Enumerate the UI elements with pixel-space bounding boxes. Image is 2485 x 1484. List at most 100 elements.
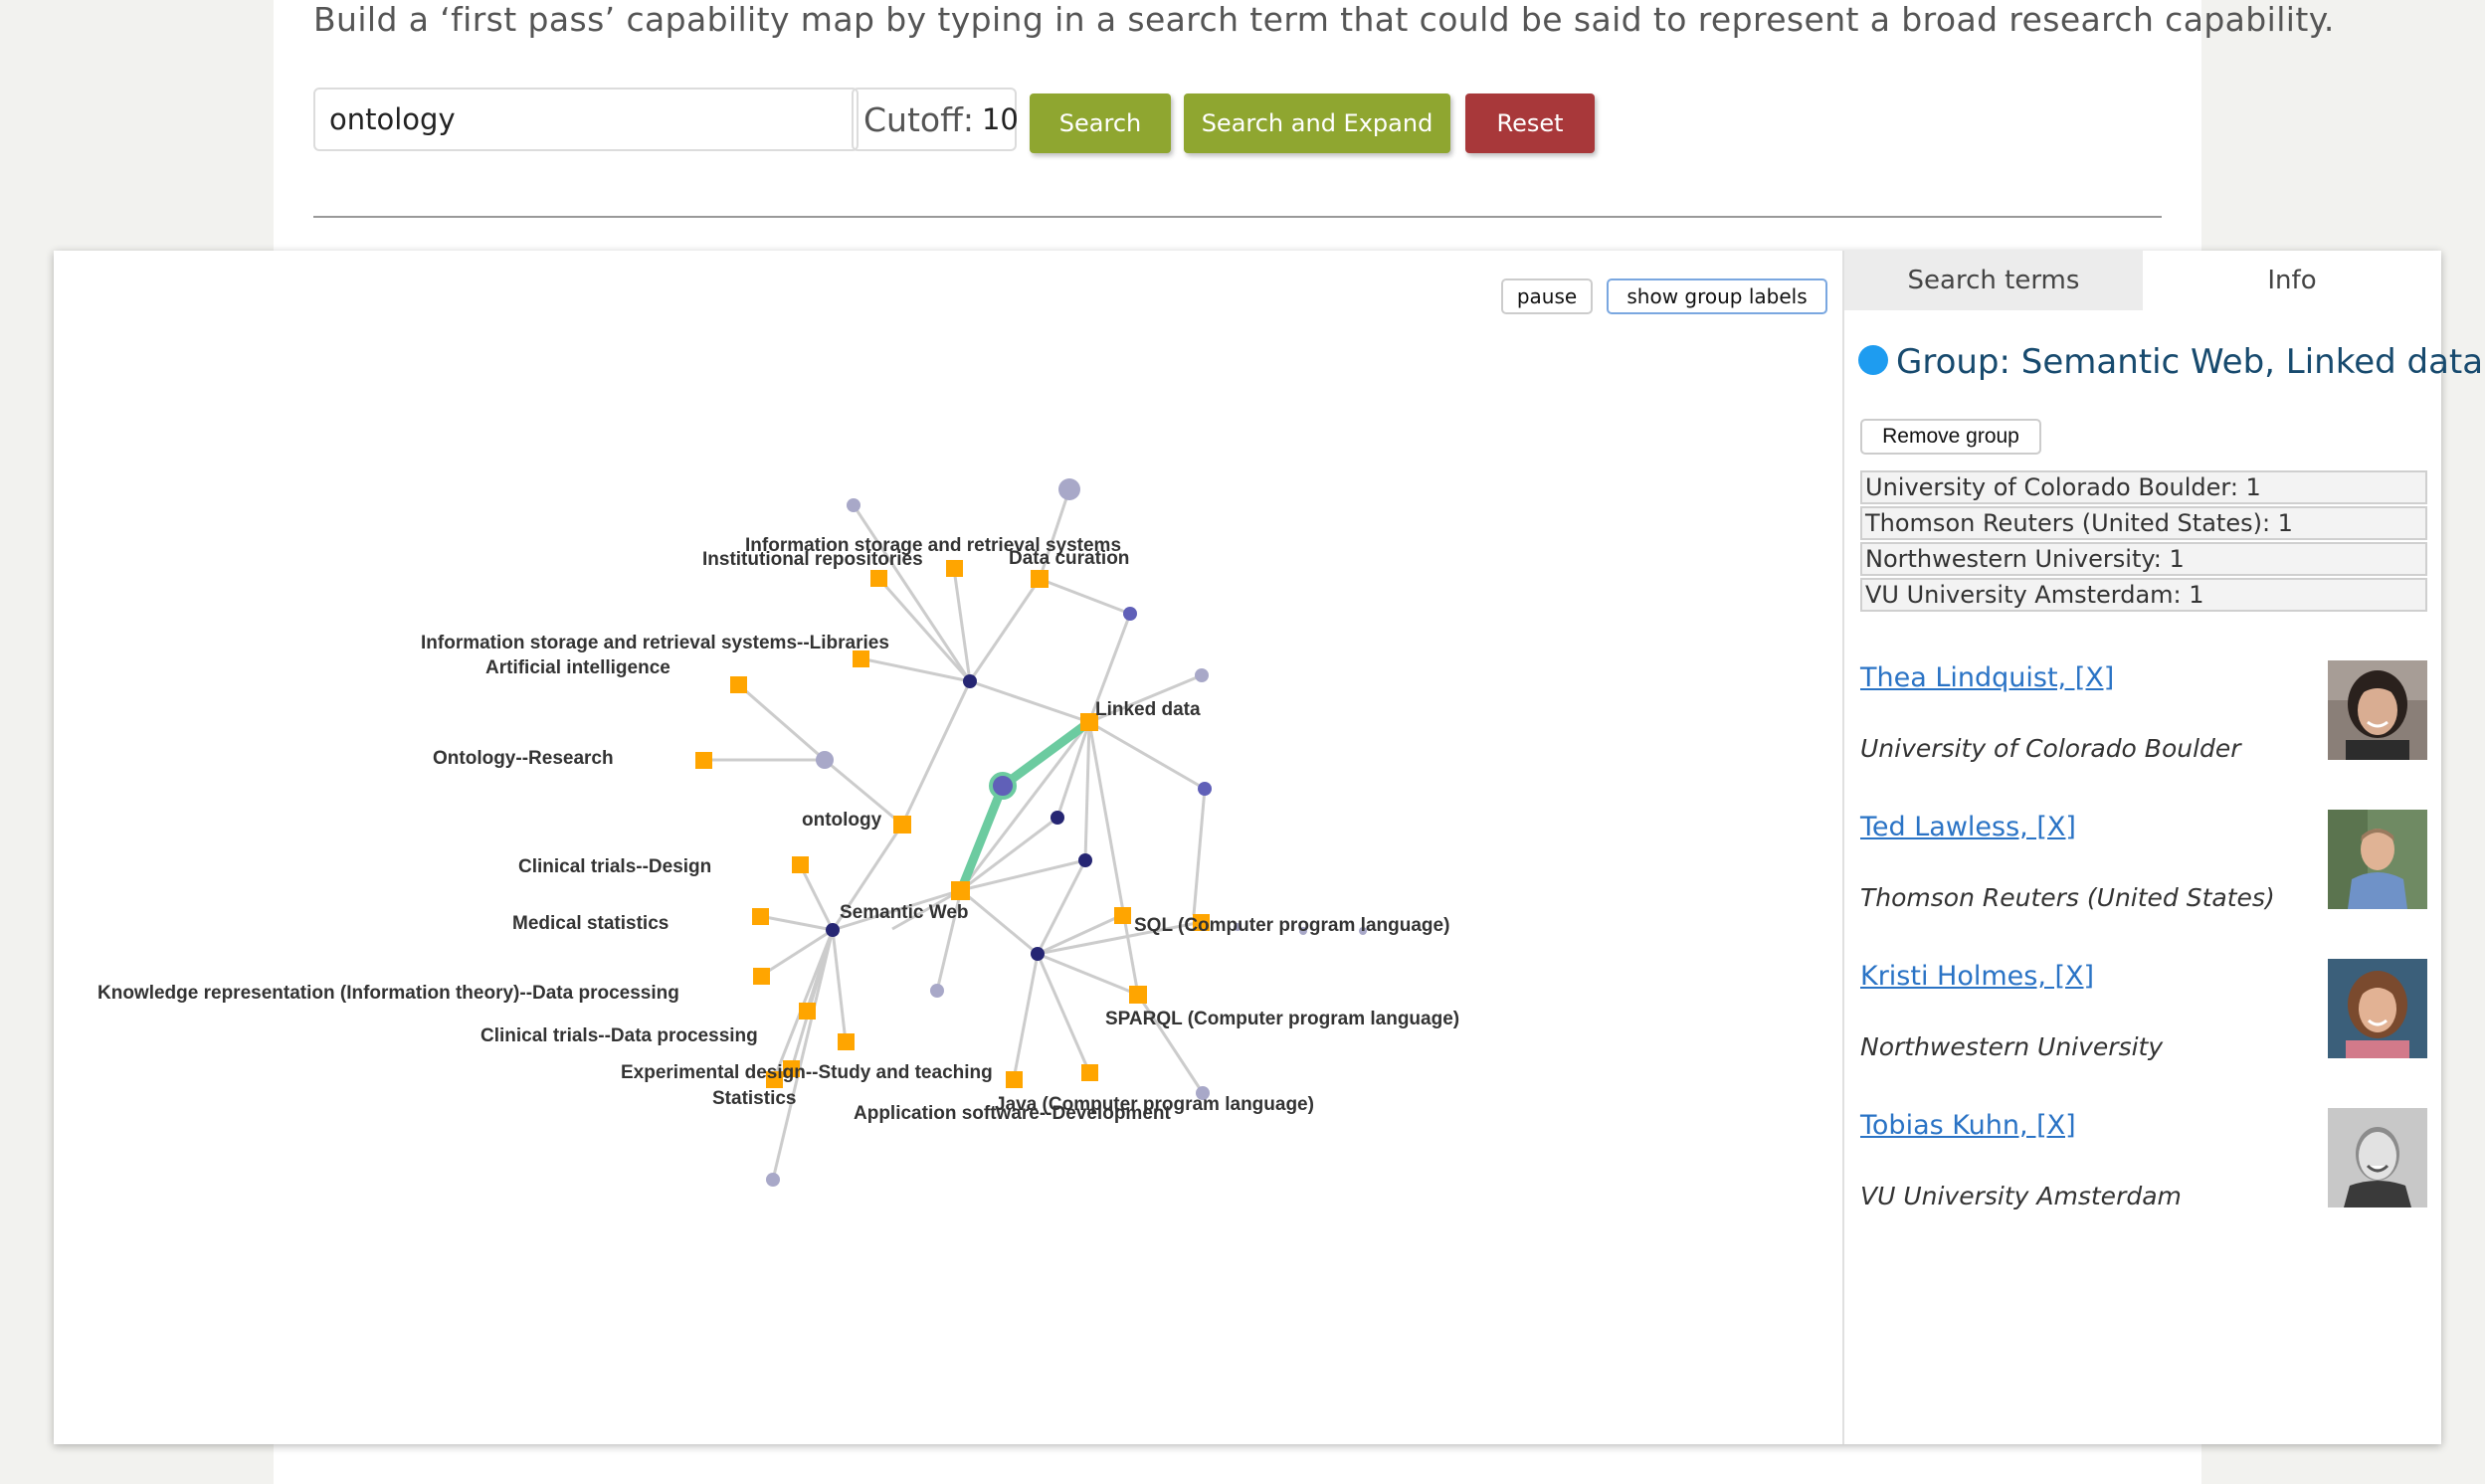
term-node [946, 560, 963, 577]
edge [1012, 953, 1040, 1080]
node-label: Linked data [1095, 699, 1201, 720]
edge [1192, 788, 1207, 916]
remove-group-button[interactable]: Remove group [1860, 419, 2041, 455]
person-name-link[interactable]: Ted Lawless, [X] [1860, 812, 2076, 842]
node-label: SQL (Computer program language) [1134, 915, 1449, 936]
person-node [847, 498, 860, 512]
node-label: Medical statistics [512, 913, 669, 934]
tab-info[interactable]: Info [2143, 251, 2441, 310]
person-node [1051, 811, 1064, 825]
term-node [753, 968, 770, 985]
term-node [752, 908, 769, 925]
person-organization: Thomson Reuters (United States) [1860, 883, 2275, 912]
person-organization: University of Colorado Boulder [1860, 734, 2241, 763]
edge [1037, 913, 1123, 956]
tab-search-terms[interactable]: Search terms [1844, 251, 2143, 310]
cutoff-field[interactable]: Cutoff: 10 [852, 88, 1019, 151]
edge [798, 863, 835, 931]
edge [1083, 721, 1091, 861]
pause-button[interactable]: pause [1501, 278, 1593, 314]
edge [969, 679, 1090, 724]
organization-count: Northwestern University: 1 [1860, 542, 2427, 576]
node-label: Clinical trials--Data processing [480, 1025, 758, 1046]
person-node-selected [989, 772, 1017, 800]
person-node [1123, 607, 1137, 621]
group-title: Group: Semantic Web, Linked data [1896, 342, 2484, 382]
reset-button[interactable]: Reset [1465, 93, 1595, 153]
node-label: Knowledge representation (Information th… [97, 983, 679, 1004]
node-label: Artificial intelligence [485, 657, 670, 678]
node-label: Clinical trials--Design [518, 856, 711, 877]
term-node [1006, 1071, 1023, 1088]
person-node [963, 674, 977, 688]
edge [771, 929, 835, 1181]
group-header: Group: Semantic Web, Linked data [1858, 342, 2483, 382]
person-node [1058, 478, 1080, 500]
visualization-container: Information storage and retrieval system… [54, 251, 2483, 1444]
person-entry: Kristi Holmes, [X] Northwestern Universi… [1860, 959, 2427, 1110]
node-label: Application software--Development [854, 1103, 1171, 1124]
person-entry: Tobias Kuhn, [X] VU University Amsterdam [1860, 1108, 2427, 1259]
search-and-expand-button[interactable]: Search and Expand [1184, 93, 1450, 153]
term-node [870, 570, 887, 587]
node-label: Semantic Web [840, 902, 969, 923]
term-node [1081, 1064, 1098, 1081]
graph-labels: Information storage and retrieval system… [97, 535, 1459, 1124]
avatar [2328, 660, 2427, 760]
person-node [826, 923, 840, 937]
person-organization: Northwestern University [1860, 1032, 2164, 1061]
person-node [1031, 947, 1045, 961]
edge [1039, 577, 1131, 616]
node-label: ontology [802, 810, 882, 831]
node-label: Information storage and retrieval system… [421, 633, 889, 653]
search-button[interactable]: Search [1030, 93, 1171, 153]
panel-tabs: Search terms Info [1844, 251, 2441, 310]
edge-highlighted [998, 717, 1094, 791]
edge [852, 504, 972, 682]
person-name-link[interactable]: Kristi Holmes, [X] [1860, 961, 2094, 992]
organization-list: University of Colorado Boulder: 1 Thomso… [1860, 470, 2427, 614]
organization-count: University of Colorado Boulder: 1 [1860, 470, 2427, 504]
intro-text: Build a ‘first pass’ capability map by t… [313, 0, 2335, 39]
person-node [766, 1173, 780, 1187]
edge [1088, 720, 1206, 791]
capability-graph[interactable]: Information storage and retrieval system… [54, 251, 1842, 1444]
edge [960, 888, 1039, 956]
person-name-link[interactable]: Tobias Kuhn, [X] [1860, 1110, 2076, 1141]
side-panel: Search terms Info Group: Semantic Web, L… [1842, 251, 2483, 1444]
term-node [838, 1033, 855, 1050]
avatar [2328, 1108, 2427, 1207]
term-node [695, 752, 712, 769]
edge [759, 914, 834, 932]
node-label: Statistics [712, 1088, 796, 1109]
graph-svg[interactable]: Information storage and retrieval system… [54, 251, 1842, 1444]
person-node [930, 984, 944, 998]
cutoff-value[interactable]: 10 [982, 102, 1019, 136]
person-organization: VU University Amsterdam [1860, 1182, 2182, 1210]
node-label: SPARQL (Computer program language) [1105, 1009, 1459, 1029]
node-label: Institutional repositories [702, 549, 923, 570]
organization-count: VU University Amsterdam: 1 [1860, 578, 2427, 612]
edge [831, 929, 848, 1042]
show-group-labels-button[interactable]: show group labels [1607, 278, 1827, 314]
term-node [1031, 570, 1049, 588]
term-node [1114, 907, 1131, 924]
person-entry: Thea Lindquist, [X] University of Colora… [1860, 660, 2427, 812]
node-label: Experimental design--Study and teaching [621, 1062, 993, 1083]
person-node [1198, 782, 1212, 796]
person-entry: Ted Lawless, [X] Thomson Reuters (United… [1860, 810, 2427, 961]
term-node [1129, 986, 1147, 1004]
node-label: Ontology--Research [433, 748, 614, 769]
edge [737, 682, 826, 762]
edge [900, 680, 972, 826]
term-node [792, 856, 809, 873]
term-node [893, 816, 911, 834]
group-color-dot [1858, 345, 1888, 375]
edge [1036, 859, 1087, 955]
edge [1087, 721, 1140, 996]
search-input[interactable] [313, 88, 859, 151]
organization-count: Thomson Reuters (United States): 1 [1860, 506, 2427, 540]
cutoff-label: Cutoff: [863, 99, 974, 139]
person-name-link[interactable]: Thea Lindquist, [X] [1860, 662, 2114, 693]
person-node [1078, 853, 1092, 867]
